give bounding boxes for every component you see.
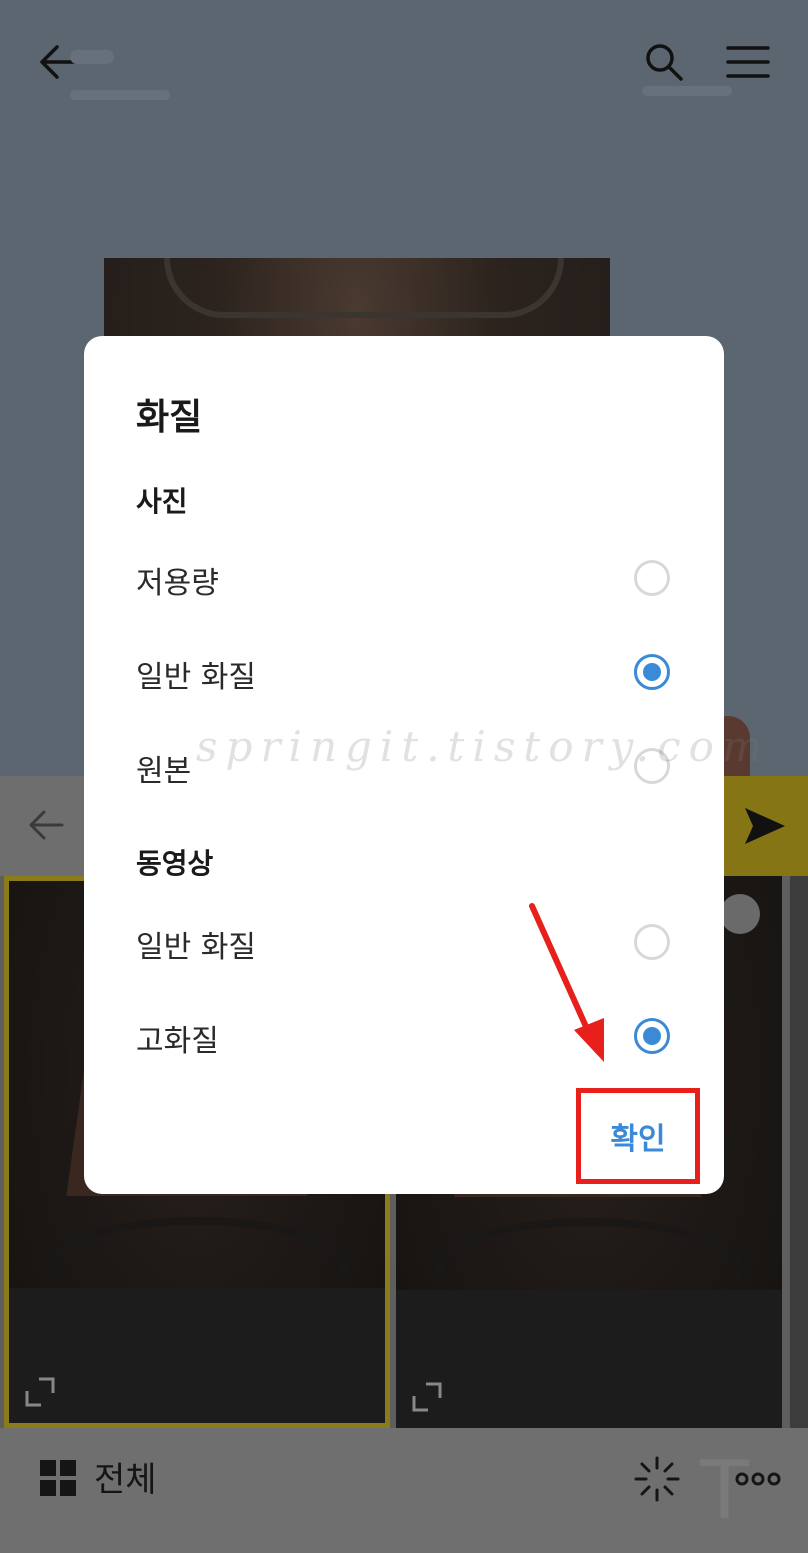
grid-icon[interactable] <box>40 1460 76 1496</box>
menu-button[interactable] <box>718 36 778 88</box>
more-icon[interactable] <box>734 1466 782 1492</box>
dialog-title: 화질 <box>136 397 203 438</box>
radio-button[interactable] <box>634 560 670 596</box>
option-video-high[interactable]: 고화질 <box>84 996 724 1076</box>
option-label: 일반 화질 <box>136 660 256 695</box>
option-label: 저용량 <box>136 566 219 601</box>
watermark: springit.tistory.com <box>196 722 770 771</box>
picker-back-button[interactable] <box>18 800 74 850</box>
radio-button-checked[interactable] <box>634 654 670 690</box>
top-bar <box>0 0 808 120</box>
radio-button[interactable] <box>634 924 670 960</box>
send-icon <box>745 808 785 844</box>
option-photo-low[interactable]: 저용량 <box>84 538 724 618</box>
thumbnail-content <box>9 1287 385 1423</box>
option-label: 고화질 <box>136 1024 219 1059</box>
arrow-left-icon <box>29 810 64 840</box>
confirm-button[interactable]: 확인 <box>576 1088 700 1184</box>
search-icon <box>646 44 683 81</box>
option-label: 원본 <box>136 754 192 789</box>
option-photo-normal[interactable]: 일반 화질 <box>84 632 724 712</box>
option-video-normal[interactable]: 일반 화질 <box>84 902 724 982</box>
chat-subtitle-placeholder <box>70 90 170 100</box>
expand-icon[interactable] <box>23 1375 57 1409</box>
send-button[interactable] <box>722 776 808 876</box>
annotation-arrow-icon <box>529 903 604 1062</box>
video-section-header: 동영상 <box>136 847 214 880</box>
radio-dot <box>643 1027 661 1045</box>
effect-icon[interactable] <box>634 1456 680 1502</box>
photo-section-header: 사진 <box>136 485 188 518</box>
select-circle[interactable] <box>720 894 760 934</box>
chat-title-placeholder <box>70 50 114 64</box>
radio-dot <box>643 663 661 681</box>
thumbnail-content <box>396 1290 782 1428</box>
all-media-label[interactable]: 전체 <box>94 1452 157 1501</box>
media-thumbnail-partial[interactable] <box>790 876 808 1428</box>
radio-button-checked[interactable] <box>634 1018 670 1054</box>
search-button[interactable] <box>636 36 692 88</box>
hamburger-icon <box>726 46 770 78</box>
expand-icon[interactable] <box>410 1380 444 1414</box>
option-label: 일반 화질 <box>136 930 256 965</box>
confirm-label: 확인 <box>610 1122 666 1157</box>
photo-bowl-rim <box>164 258 564 318</box>
